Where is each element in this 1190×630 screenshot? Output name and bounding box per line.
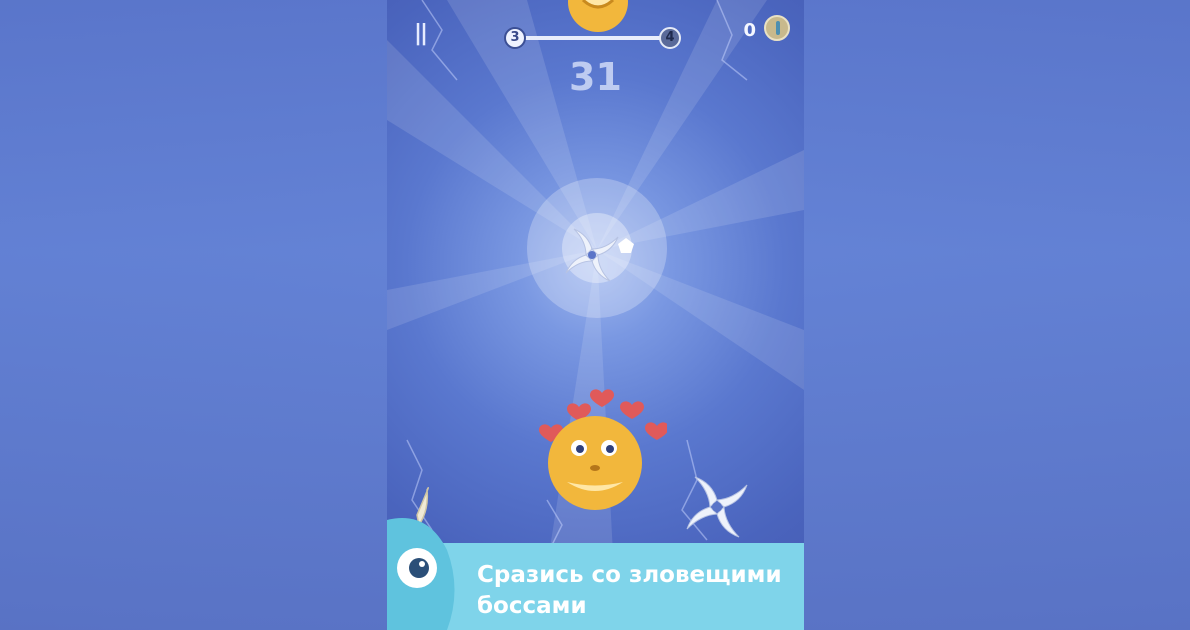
- right-background-blur: [804, 0, 1190, 630]
- shuriken-icon: [562, 225, 622, 289]
- score-counter: 31: [569, 55, 622, 99]
- player-creature[interactable]: [537, 385, 669, 519]
- left-background-blur: [0, 0, 387, 630]
- banner-text: Сразись со зловещими боссами: [477, 562, 782, 619]
- blue-monster-mascot: [387, 480, 477, 630]
- feather-coin-icon: [764, 15, 790, 41]
- level-progress-bar: [515, 36, 665, 40]
- next-level-badge: 4: [659, 27, 681, 49]
- pause-button[interactable]: ||: [414, 22, 428, 46]
- coin-count: 0: [743, 20, 756, 41]
- boss-creature: [567, 0, 629, 40]
- current-level-badge: 3: [504, 27, 526, 49]
- shuriken-icon: [682, 472, 752, 546]
- gem-icon: [617, 237, 635, 259]
- game-screen[interactable]: || 3 4 31 0 Сразись со зловещими боссами: [387, 0, 804, 630]
